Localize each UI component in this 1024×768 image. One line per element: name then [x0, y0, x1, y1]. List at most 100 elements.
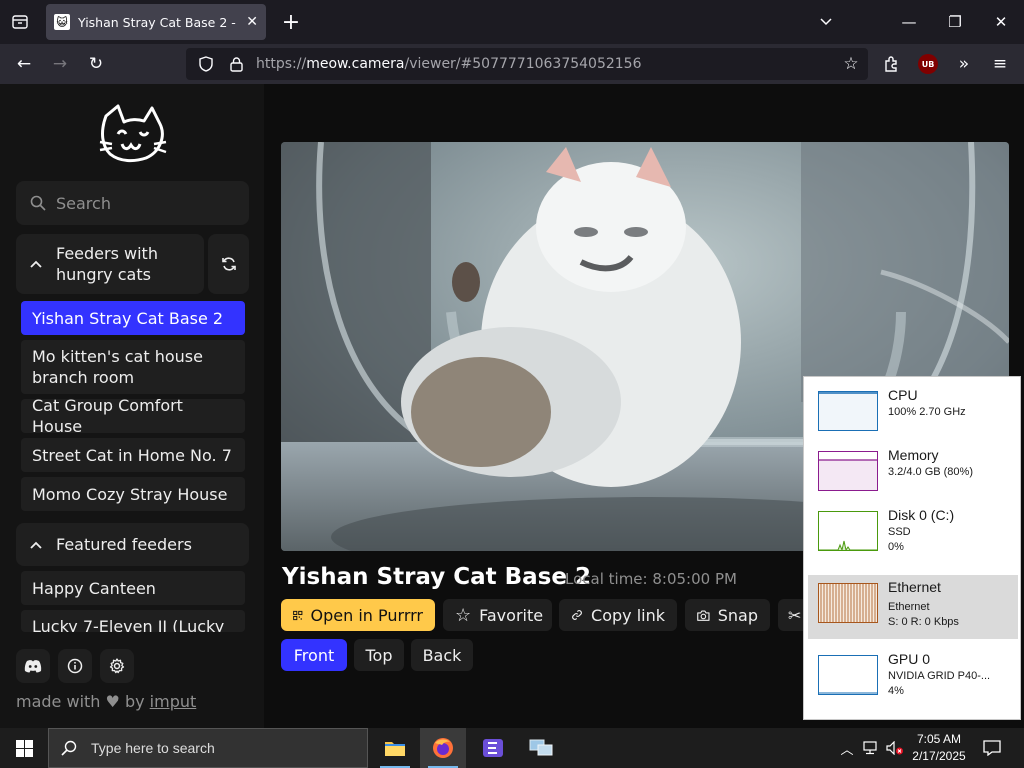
file-explorer-icon[interactable] — [372, 728, 418, 768]
back-arrow-icon[interactable]: ← — [10, 50, 38, 78]
bookmark-star-icon[interactable]: ☆ — [840, 53, 862, 75]
ethernet-rates: S: 0 R: 0 Kbps — [888, 616, 959, 628]
minimize-icon[interactable]: — — [886, 0, 932, 44]
perf-row-ethernet[interactable]: Ethernet Ethernet S: 0 R: 0 Kbps — [808, 575, 1018, 639]
cat-favicon-icon: 😺 — [54, 14, 70, 30]
firefox-icon[interactable] — [420, 728, 466, 768]
ethernet-adapter: Ethernet — [888, 601, 930, 613]
perf-row-disk[interactable]: Disk 0 (C:) SSD 0% — [808, 503, 1018, 567]
open-in-purrrr-button[interactable]: Open in Purrrr — [281, 599, 435, 631]
feeder-item[interactable]: Cat Group Comfort House — [21, 396, 245, 436]
camera-icon — [697, 609, 710, 621]
search-input[interactable]: Search — [16, 181, 249, 225]
screen: 😺 Yishan Stray Cat Base 2 - meow. ✕ + — … — [0, 0, 1024, 768]
restore-icon[interactable]: ❐ — [932, 0, 978, 44]
tray-overflow-chevron-icon[interactable]: ︿ — [838, 728, 856, 768]
open-in-purrrr-label: Open in Purrrr — [310, 605, 423, 625]
feeder-item-active[interactable]: Yishan Stray Cat Base 2 — [21, 301, 245, 335]
qr-code-icon — [293, 610, 303, 620]
browser-nav-bar: ← → ↻ https://meow.camera/viewer/#507777… — [0, 44, 1024, 84]
notification-icon[interactable] — [976, 728, 1008, 768]
imput-link[interactable]: imput — [150, 692, 197, 711]
performance-panel: CPU 100% 2.70 GHz Memory 3.2/4.0 GB (80%… — [803, 376, 1021, 720]
perf-row-gpu[interactable]: GPU 0 NVIDIA GRID P40-... 4% — [808, 647, 1018, 711]
memory-label: Memory — [888, 447, 939, 463]
cpu-label: CPU — [888, 387, 918, 403]
taskbar-search-input[interactable]: Type here to search — [48, 728, 368, 768]
cpu-detail: 100% 2.70 GHz — [888, 406, 966, 418]
perf-row-cpu[interactable]: CPU 100% 2.70 GHz — [808, 383, 1018, 447]
refresh-icon[interactable] — [208, 234, 249, 294]
close-tab-icon[interactable]: ✕ — [246, 14, 258, 30]
url-text[interactable]: https://meow.camera/viewer/#507777106375… — [256, 56, 642, 72]
tab-title: Yishan Stray Cat Base 2 - meow. — [78, 14, 238, 30]
clock-time: 7:05 AM — [916, 732, 962, 746]
taskbar-search-placeholder: Type here to search — [91, 740, 215, 756]
view-front-button[interactable]: Front — [281, 639, 347, 671]
memory-detail: 3.2/4.0 GB (80%) — [888, 466, 973, 478]
group-hungry-cats-label: Feeders with hungry cats — [56, 244, 158, 284]
list-all-tabs-icon[interactable] — [8, 10, 32, 34]
cat-logo-icon[interactable] — [98, 102, 168, 166]
ublock-icon[interactable]: UB — [918, 54, 938, 74]
view-back-button[interactable]: Back — [411, 639, 473, 671]
group-hungry-cats-header[interactable]: Feeders with hungry cats — [16, 234, 204, 294]
chevron-down-icon[interactable] — [814, 10, 838, 34]
feeder-item[interactable]: Happy Canteen — [21, 571, 245, 605]
shield-icon[interactable] — [196, 56, 216, 72]
windows-start-icon[interactable] — [0, 728, 48, 768]
snap-button[interactable]: Snap — [685, 599, 770, 631]
gpu-graph — [818, 655, 878, 695]
chevron-up-icon — [30, 260, 42, 268]
favorite-button[interactable]: ☆ Favorite — [443, 599, 552, 631]
link-icon — [572, 610, 582, 620]
info-icon[interactable] — [58, 649, 92, 683]
scissors-icon: ✂ — [788, 605, 802, 625]
gpu-usage: 4% — [888, 685, 904, 697]
volume-muted-icon[interactable] — [884, 728, 906, 768]
chevron-up-icon — [30, 541, 42, 549]
extensions-puzzle-icon[interactable] — [878, 50, 906, 78]
forward-arrow-icon[interactable]: → — [46, 50, 74, 78]
new-tab-icon[interactable]: + — [278, 9, 304, 35]
feeder-item[interactable]: Mo kitten's cat house branch room — [21, 340, 245, 394]
snap-label: Snap — [717, 605, 758, 625]
heart-icon: ♥ — [105, 692, 120, 711]
network-app-icon[interactable] — [518, 728, 564, 768]
sidebar: Search Feeders with hungry cats Yishan S… — [0, 84, 264, 728]
hamburger-menu-icon[interactable]: ≡ — [986, 50, 1014, 78]
active-tab[interactable]: 😺 Yishan Stray Cat Base 2 - meow. ✕ — [46, 4, 266, 40]
copy-link-label: Copy link — [591, 605, 665, 625]
perf-row-memory[interactable]: Memory 3.2/4.0 GB (80%) — [808, 443, 1018, 507]
lock-icon[interactable] — [226, 56, 246, 72]
network-status-icon[interactable] — [860, 728, 882, 768]
feeder-item[interactable]: Lucky 7-Eleven II (Lucky — [21, 610, 245, 632]
ethernet-label: Ethernet — [888, 579, 941, 595]
local-time: Local time: 8:05:00 PM — [565, 570, 737, 588]
clip-button[interactable]: ✂ — [778, 599, 806, 631]
group-featured-header[interactable]: Featured feeders — [16, 523, 249, 566]
url-bar[interactable]: https://meow.camera/viewer/#507777106375… — [186, 48, 868, 80]
reload-icon[interactable]: ↻ — [82, 50, 110, 78]
cpu-graph — [818, 391, 878, 431]
overflow-chevrons-icon[interactable]: » — [950, 50, 978, 78]
gpu-label: GPU 0 — [888, 651, 931, 667]
view-top-button[interactable]: Top — [354, 639, 404, 671]
made-with-footer: made with ♥ by imput — [16, 692, 197, 711]
search-icon — [30, 195, 46, 211]
settings-gear-icon[interactable] — [100, 649, 134, 683]
copy-link-button[interactable]: Copy link — [559, 599, 677, 631]
feeder-item[interactable]: Street Cat in Home No. 7 — [21, 438, 245, 472]
feeder-item[interactable]: Momo Cozy Stray House — [21, 477, 245, 511]
favorite-label: Favorite — [479, 605, 544, 625]
disk-label: Disk 0 (C:) — [888, 507, 955, 523]
search-placeholder: Search — [56, 193, 111, 213]
star-icon: ☆ — [455, 604, 472, 626]
taskbar-clock[interactable]: 7:05 AM 2/17/2025 — [906, 731, 972, 765]
window-controls: — ❐ ✕ — [886, 0, 1024, 44]
taskbar-app-icon[interactable] — [470, 728, 516, 768]
discord-icon[interactable] — [16, 649, 50, 683]
close-window-icon[interactable]: ✕ — [978, 0, 1024, 44]
disk-graph — [818, 511, 878, 551]
windows-taskbar: Type here to search ︿ 7:05 AM 2/17/2025 — [0, 728, 1024, 768]
